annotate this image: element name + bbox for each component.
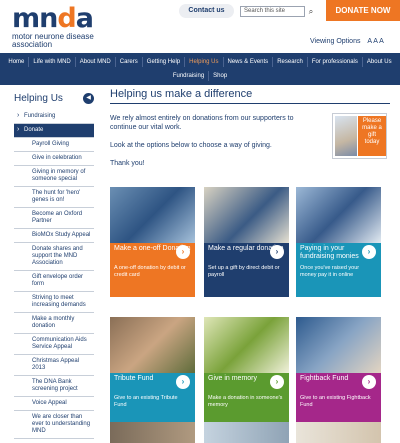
sidebar-item[interactable]: Giving in memory of someone special [14,166,94,187]
nav-row-2: Fundraising Shop [0,69,400,83]
card-photo-partial [110,422,195,443]
sidebar-item[interactable]: Donate [14,124,94,138]
arrow-right-icon[interactable]: › [270,245,284,259]
page-title: Helping us make a difference [110,88,390,104]
sidebar-item[interactable]: We are closer than ever to understanding… [14,411,94,439]
contact-us-button[interactable]: Contact us [179,4,234,18]
donation-card[interactable]: Tribute Fund Give to an existing Tribute … [110,317,195,427]
sidebar-item[interactable]: BioMOx Study Appeal [14,229,94,243]
donation-card[interactable]: Fightback Fund Give to an existing Fightb… [296,317,381,427]
donate-now-button[interactable]: DONATE NOW [326,0,400,21]
intro-paragraph-3: Thank you! [110,160,145,167]
back-arrow-icon[interactable]: ◀ [83,93,94,104]
logo-subtitle-line2: association [12,40,53,49]
arrow-right-icon[interactable]: › [176,245,190,259]
sidebar-item[interactable]: The DNA Bank screening project [14,376,94,397]
sidebar-item[interactable]: Gift envelope order form [14,271,94,292]
nav-item-research[interactable]: Research [273,57,308,67]
viewing-options[interactable]: Viewing Options A A A [310,38,384,45]
card-description: A one-off donation by debit or credit ca… [110,263,195,297]
nav-row-1: Home Life with MND About MND Carers Getting … [0,55,400,69]
page: mnda motor neurone disease association C… [0,0,400,443]
sidebar-item[interactable]: Payroll Giving [14,138,94,152]
sidebar-item[interactable]: Give in celebration [14,152,94,166]
nav-item-about-us[interactable]: About Us [363,57,396,67]
viewing-options-link[interactable]: Viewing Options [310,38,360,45]
more-cards-row [110,422,393,443]
arrow-right-icon[interactable]: › [270,375,284,389]
sidebar-item[interactable]: Make a monthly donation [14,313,94,334]
arrow-right-icon[interactable]: › [176,375,190,389]
nav-item-carers[interactable]: Carers [116,57,143,67]
card-photo [204,317,289,374]
sidebar-list: FundraisingDonatePayroll GivingGive in c… [14,110,94,439]
sidebar-item[interactable]: Voice Appeal [14,397,94,411]
intro-paragraph-2: Look at the options below to choose a wa… [110,142,272,149]
nav-item-about-mnd[interactable]: About MND [76,57,116,67]
text-size-controls[interactable]: A A A [367,38,383,45]
site-header: mnda motor neurone disease association C… [0,0,400,52]
main-content: Helping us make a difference We rely alm… [110,88,390,167]
search-input[interactable]: Search this site [240,6,305,17]
card-photo [296,187,381,244]
sidebar-item[interactable]: Striving to meet increasing demands [14,292,94,313]
nav-item-for-professionals[interactable]: For professionals [308,57,363,67]
sidebar-item[interactable]: Donate shares and support the MND Associ… [14,243,94,271]
promo-photo [335,116,357,156]
card-description: Once you've raised your money pay it in … [296,263,381,297]
card-photo-partial [296,422,381,443]
arrow-right-icon[interactable]: › [362,375,376,389]
card-photo [110,187,195,244]
sidebar-item[interactable]: Communication Aids Service Appeal [14,334,94,355]
sidebar-item[interactable]: The hunt for 'hero' genes is on! [14,187,94,208]
sidebar-title: Helping Us ◀ [14,92,94,110]
promo-banner[interactable]: Please make a gift today [332,113,387,159]
nav-item-getting-help[interactable]: Getting Help [143,57,186,67]
card-photo-partial [204,422,289,443]
intro-paragraph-1: We rely almost entirely on donations fro… [110,115,294,131]
card-photo [296,317,381,374]
nav-item-news-events[interactable]: News & Events [224,57,274,67]
sidebar-item[interactable]: Become an Oxford Partner [14,208,94,229]
promo-text: Please make a gift today [358,116,386,156]
donation-card[interactable]: Paying in your fundraising monies Once yo… [296,187,381,297]
nav-item-life-with-mnd[interactable]: Life with MND [29,57,76,67]
search-icon[interactable]: ⌕ [306,6,316,17]
sidebar: Helping Us ◀ FundraisingDonatePayroll Gi… [14,92,94,439]
nav-item-helping-us[interactable]: Helping Us [185,57,224,67]
logo-wordmark: mnda [12,3,94,34]
intro-text: We rely almost entirely on donations fro… [110,114,320,177]
donation-card[interactable]: Make a one-off Donation A one-off donatio… [110,187,195,297]
sidebar-item[interactable]: Fundraising [14,110,94,124]
sidebar-title-text: Helping Us [14,93,63,104]
card-photo [204,187,289,244]
nav-item-home[interactable]: Home [4,57,30,67]
sidebar-item[interactable]: Christmas Appeal 2013 [14,355,94,376]
arrow-right-icon[interactable]: › [362,245,376,259]
card-photo [110,317,195,374]
nav-item-fundraising[interactable]: Fundraising [169,71,210,81]
donation-card[interactable]: Give in memory Make a donation in someone… [204,317,289,427]
nav-item-shop[interactable]: Shop [209,71,231,81]
main-navigation: Home Life with MND About MND Carers Getting … [0,53,400,85]
mnda-logo[interactable]: mnda motor neurone disease association [12,5,94,49]
donation-card[interactable]: Make a regular donation Set up a gift by … [204,187,289,297]
card-description: Set up a gift by direct debit or payroll [204,263,289,297]
